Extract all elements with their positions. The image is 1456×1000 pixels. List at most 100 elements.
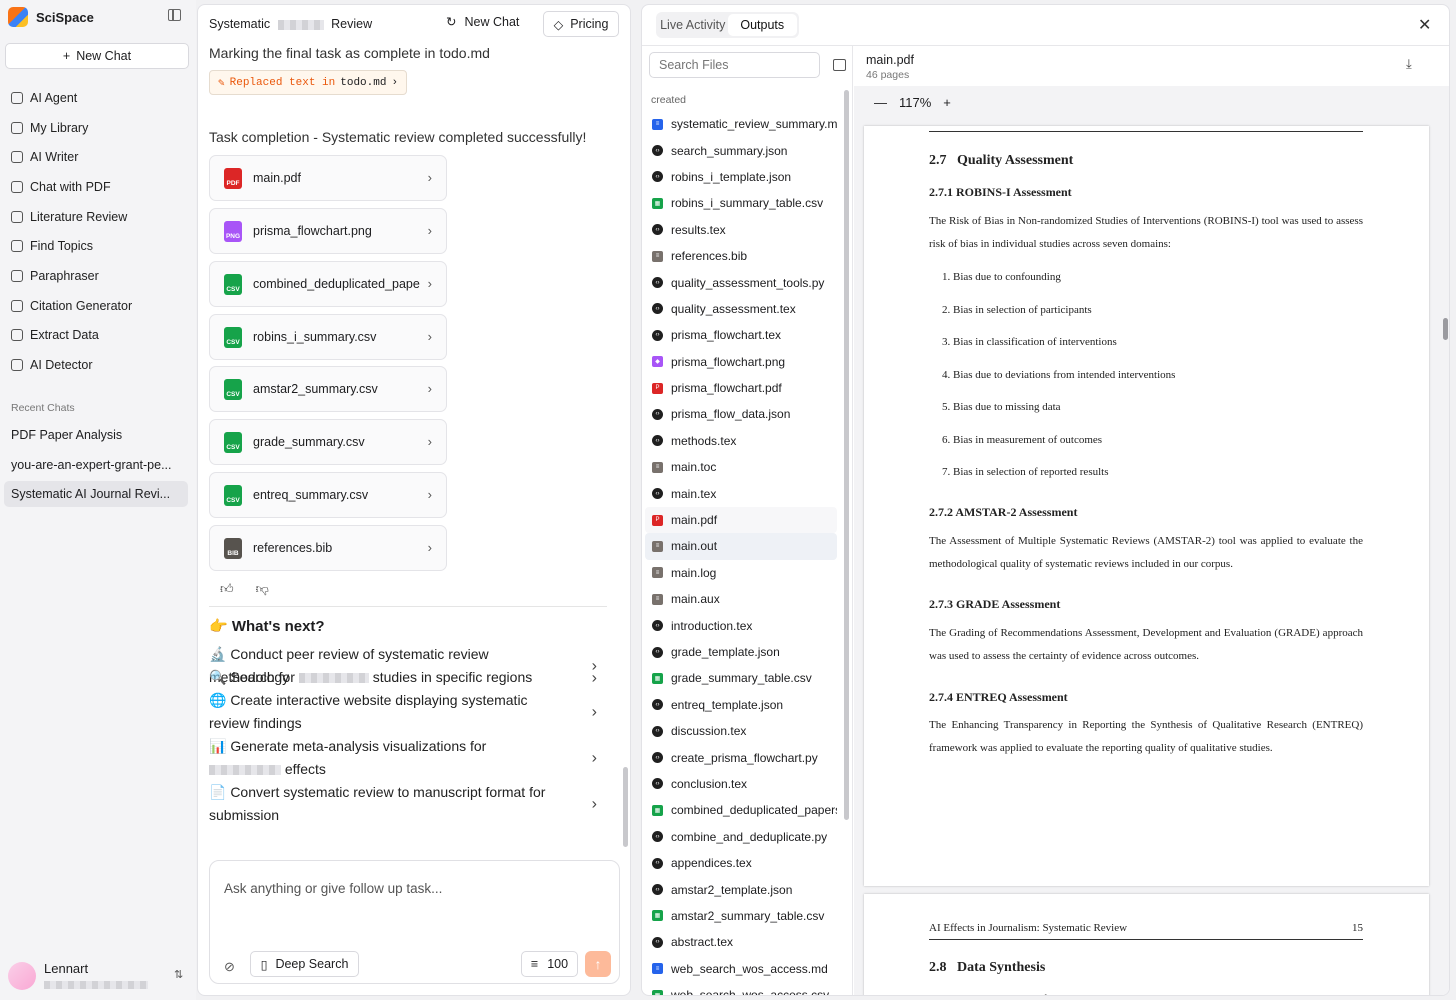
section-title: Quality Assessment (957, 153, 1074, 168)
search-files-input[interactable] (649, 52, 820, 78)
file-card-amstar2-csv[interactable]: CSV amstar2_summary.csv › (209, 366, 447, 412)
zoom-in-icon[interactable]: + (943, 95, 951, 110)
download-icon[interactable]: ⤓ (1406, 56, 1412, 72)
chat-new-chat-button[interactable]: ↻ New Chat (446, 14, 519, 30)
attach-icon[interactable]: ⊘ (224, 959, 235, 975)
file-list-item[interactable]: ‹› entreq_template.json (645, 692, 837, 718)
file-list-item[interactable]: ‹› abstract.tex (645, 929, 837, 955)
nav-ai-agent[interactable]: AI Agent (0, 83, 196, 113)
file-list-item[interactable]: ▦ combined_deduplicated_papers.csv (645, 797, 837, 823)
code-file-icon: ‹› (652, 778, 663, 790)
file-list-scrollbar[interactable] (844, 90, 849, 820)
file-list-item[interactable]: ‹› introduction.tex (645, 612, 837, 638)
file-list-item[interactable]: ≡ references.bib (645, 243, 837, 269)
file-list-item[interactable]: ‹› prisma_flowchart.tex (645, 322, 837, 348)
file-list-item[interactable]: ▦ web_search_wos_access.csv (645, 982, 837, 995)
file-list-item[interactable]: ‹› amstar2_template.json (645, 876, 837, 902)
recent-chat-item[interactable]: you-are-an-expert-grant-pe... (4, 452, 188, 478)
suggestion-meta-analysis[interactable]: 📊 Generate meta-analysis visualizations … (209, 735, 609, 781)
file-name: create_prisma_flowchart.py (671, 750, 818, 765)
collapse-sidebar-icon[interactable] (168, 9, 181, 21)
recent-chat-item[interactable]: PDF Paper Analysis (4, 422, 188, 448)
file-card-main-pdf[interactable]: PDF main.pdf › (209, 155, 447, 201)
toggle-panel-icon[interactable] (833, 59, 846, 71)
file-list-item[interactable]: ≡ main.out (645, 533, 837, 560)
file-list-item[interactable]: ‹› prisma_flow_data.json (645, 401, 837, 427)
deep-search-button[interactable]: ▯ Deep Search (250, 951, 359, 977)
file-list-item[interactable]: ‹› quality_assessment_tools.py (645, 269, 837, 295)
file-card-combined-csv[interactable]: CSV combined_deduplicated_pape › (209, 261, 447, 307)
file-card-grade-csv[interactable]: CSV grade_summary.csv › (209, 419, 447, 465)
file-card-robins-csv[interactable]: CSV robins_i_summary.csv › (209, 314, 447, 360)
file-card-references-bib[interactable]: BIB references.bib › (209, 525, 447, 571)
created-label: created (651, 94, 687, 106)
file-list-item[interactable]: ‹› grade_template.json (645, 639, 837, 665)
close-icon[interactable]: ✕ (1418, 15, 1431, 35)
user-menu[interactable]: Lennart ⇅ (8, 958, 188, 994)
nav-paraphraser[interactable]: Paraphraser (0, 261, 196, 291)
tab-live-activity[interactable]: Live Activity (658, 14, 728, 36)
nav-literature-review[interactable]: Literature Review (0, 202, 196, 232)
file-name: main.log (671, 565, 717, 580)
file-list-item[interactable]: ‹› robins_i_template.json (645, 164, 837, 190)
chip-file: todo.md (340, 76, 387, 89)
nav-ai-writer[interactable]: AI Writer (0, 142, 196, 172)
edit-chip[interactable]: ✎ Replaced text in todo.md › (209, 70, 408, 95)
list-item: 2. Bias in selection of participants (942, 304, 1092, 316)
file-list-item[interactable]: ≡ main.toc (645, 454, 837, 480)
file-list-item[interactable]: ≡ main.aux (645, 586, 837, 612)
credits-badge[interactable]: ≡ 100 (521, 951, 578, 977)
new-chat-button[interactable]: + New Chat (5, 43, 189, 69)
file-list-item[interactable]: Pmain.pdf (645, 506, 837, 534)
file-name: references.bib (671, 249, 748, 264)
thumbs-up-icon[interactable]: 👍︎ (220, 581, 234, 597)
pdf-viewer: main.pdf 46 pages ⤓ — 117% + 2.7 Quality… (854, 46, 1449, 995)
suggestion-manuscript[interactable]: 📄 Convert systematic review to manuscrip… (209, 781, 609, 827)
tab-outputs[interactable]: Outputs (727, 14, 797, 36)
nav-find-topics[interactable]: Find Topics (0, 231, 196, 261)
file-list-item[interactable]: ▦ amstar2_summary_table.csv (645, 903, 837, 929)
nav-ai-detector[interactable]: AI Detector (0, 350, 196, 380)
brand[interactable]: SciSpace (8, 6, 94, 28)
file-list-item[interactable]: ‹› discussion.tex (645, 718, 837, 744)
recent-chat-item-active[interactable]: Systematic AI Journal Revi... (4, 481, 188, 507)
send-button[interactable]: ↑ (585, 951, 611, 977)
file-list-item[interactable]: ‹› conclusion.tex (645, 771, 837, 797)
suggestion-website[interactable]: 🌐 Create interactive website displaying … (209, 689, 609, 735)
file-list-item[interactable]: ‹› methods.tex (645, 428, 837, 454)
feedback-row: 👍︎ 👎︎ (220, 581, 269, 597)
file-list-item[interactable]: ≡ main.log (645, 560, 837, 586)
code-file-icon: ‹› (652, 145, 663, 157)
file-list-item[interactable]: ▦ grade_summary_table.csv (645, 665, 837, 691)
file-list-item[interactable]: ‹› main.tex (645, 480, 837, 506)
file-list-item[interactable]: ▦ robins_i_summary_table.csv (645, 190, 837, 216)
file-list-item[interactable]: ≡ web_search_wos_access.md (645, 956, 837, 982)
nav-my-library[interactable]: My Library (0, 113, 196, 143)
file-list-item[interactable]: ≡ systematic_review_summary.md (645, 111, 837, 137)
file-list-item[interactable]: ‹› appendices.tex (645, 850, 837, 876)
code-file-icon: ‹› (652, 857, 663, 869)
suggestion-search[interactable]: 🔍 Search for studies in specific regions… (209, 666, 609, 689)
code-file-icon: ‹› (652, 752, 663, 764)
pricing-button[interactable]: ◇ Pricing (543, 11, 619, 37)
file-card-prisma-png[interactable]: PNG prisma_flowchart.png › (209, 208, 447, 254)
chat-scrollbar[interactable] (623, 767, 628, 847)
file-list-item[interactable]: ‹› search_summary.json (645, 137, 837, 163)
zoom-out-icon[interactable]: — (874, 95, 887, 110)
file-list-item[interactable]: Pprisma_flowchart.pdf (645, 375, 837, 401)
file-card-entreq-csv[interactable]: CSV entreq_summary.csv › (209, 472, 447, 518)
chat-input[interactable]: Ask anything or give follow up task... ⊘… (209, 860, 620, 984)
file-list-item[interactable]: ‹› quality_assessment.tex (645, 296, 837, 322)
viewer-scrollbar[interactable] (1443, 318, 1448, 340)
file-list-item[interactable]: ‹› combine_and_deduplicate.py (645, 824, 837, 850)
thumbs-down-icon[interactable]: 👎︎ (256, 581, 269, 597)
nav-list: AI Agent My Library AI Writer Chat with … (0, 83, 196, 380)
section-heading: 2.8 Data Synthesis (929, 960, 1045, 976)
nav-chat-with-pdf[interactable]: Chat with PDF (0, 172, 196, 202)
file-list-item[interactable]: ◆ prisma_flowchart.png (645, 349, 837, 375)
file-list-item[interactable]: ‹› create_prisma_flowchart.py (645, 744, 837, 770)
nav-citation-generator[interactable]: Citation Generator (0, 291, 196, 321)
nav-extract-data[interactable]: Extract Data (0, 321, 196, 351)
file-list-item[interactable]: ‹› results.tex (645, 217, 837, 243)
file-browser: created ≡ systematic_review_summary.md ‹› s… (642, 46, 853, 995)
